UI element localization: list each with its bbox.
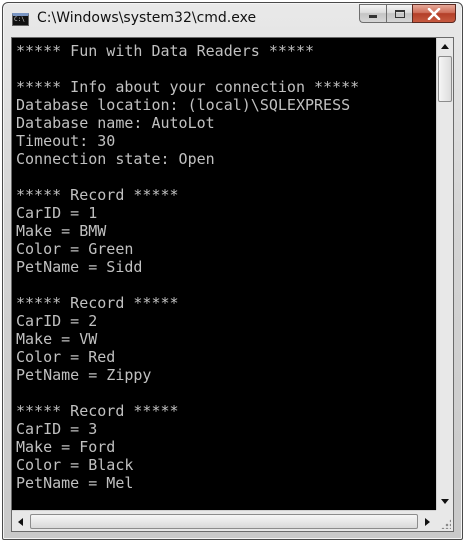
console-line: Color = Black — [16, 456, 134, 474]
console-line: PetName = Mel — [16, 474, 134, 492]
console-client-area: ***** Fun with Data Readers ***** ***** I… — [11, 37, 454, 532]
caption-buttons — [359, 4, 456, 24]
console-line: Connection state: Open — [16, 150, 215, 168]
close-icon — [427, 7, 441, 20]
console-line: Make = Ford — [16, 438, 116, 456]
title-bar[interactable]: C:\ C:\Windows\system32\cmd.exe — [3, 3, 462, 37]
vertical-scrollbar[interactable] — [436, 38, 453, 510]
scroll-up-button[interactable] — [437, 38, 453, 55]
console-line: ***** Fun with Data Readers ***** — [16, 42, 315, 60]
console-line: CarID = 1 — [16, 204, 98, 222]
scroll-right-button[interactable] — [419, 513, 436, 530]
console-line: Database location: (local)\SQLEXPRESS — [16, 96, 351, 114]
minimize-icon — [369, 15, 377, 18]
close-button[interactable] — [412, 4, 456, 23]
cmd-icon[interactable]: C:\ — [12, 13, 29, 26]
console-line: PetName = Sidd — [16, 258, 143, 276]
arrow-up-icon — [441, 44, 449, 49]
console-line: Make = BMW — [16, 222, 107, 240]
console-line: Make = VW — [16, 330, 98, 348]
arrow-left-icon — [18, 517, 23, 526]
arrow-right-icon — [425, 517, 430, 526]
maximize-icon — [394, 9, 405, 18]
console-line: ***** Record ***** — [16, 402, 179, 420]
window-title: C:\Windows\system32\cmd.exe — [37, 10, 257, 26]
console-line: ***** Record ***** — [16, 186, 179, 204]
console-line: Timeout: 30 — [16, 132, 116, 150]
console-line: ***** Info about your connection ***** — [16, 78, 360, 96]
console-line: CarID = 2 — [16, 312, 98, 330]
grip-icon — [441, 519, 451, 529]
console-line: Database name: AutoLot — [16, 114, 215, 132]
horizontal-scrollbar[interactable] — [12, 510, 436, 531]
console-output[interactable]: ***** Fun with Data Readers ***** ***** I… — [12, 38, 436, 510]
vertical-scroll-thumb[interactable] — [438, 56, 452, 102]
horizontal-scroll-thumb[interactable] — [30, 514, 418, 529]
arrow-down-icon — [441, 499, 449, 504]
scroll-down-button[interactable] — [437, 493, 453, 510]
maximize-button[interactable] — [386, 4, 412, 23]
console-window: C:\ C:\Windows\system32\cmd.exe ***** Fu… — [2, 2, 463, 540]
minimize-button[interactable] — [359, 4, 386, 23]
resize-grip[interactable] — [436, 510, 453, 531]
console-line: Color = Red — [16, 348, 116, 366]
console-line: Color = Green — [16, 240, 134, 258]
scroll-left-button[interactable] — [12, 513, 29, 530]
console-line: ***** Record ***** — [16, 294, 179, 312]
console-line: PetName = Zippy — [16, 366, 152, 384]
console-line: CarID = 3 — [16, 420, 98, 438]
